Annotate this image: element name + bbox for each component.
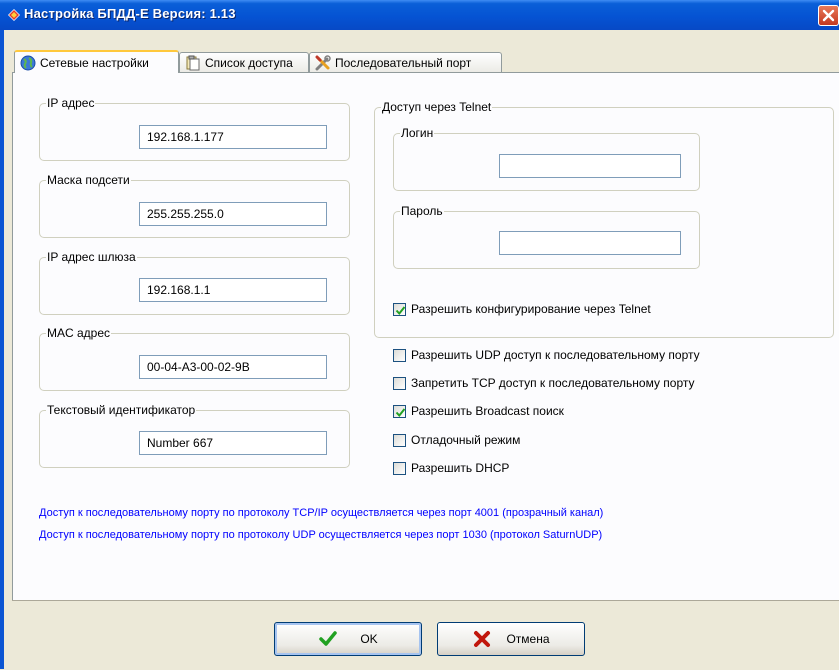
login-label: Логин — [400, 126, 435, 140]
tab-access-list[interactable]: Список доступа — [179, 52, 309, 72]
checkbox-label: Разрешить Broadcast поиск — [411, 404, 564, 418]
tab-strip: Сетевые настройки Список доступа Последо… — [12, 50, 839, 73]
broadcast-search-checkbox[interactable]: Разрешить Broadcast поиск — [393, 404, 564, 418]
title-bar[interactable]: Настройка БПДД-Е Версия: 1.13 — [0, 0, 839, 30]
password-input[interactable] — [499, 231, 681, 255]
checkbox-box[interactable] — [393, 461, 406, 475]
checkbox-box[interactable] — [393, 433, 406, 447]
ok-button[interactable]: OK — [274, 622, 422, 656]
mac-address-label: MAC адрес — [46, 326, 112, 340]
gateway-input[interactable]: 192.168.1.1 — [139, 278, 327, 302]
dhcp-checkbox[interactable]: Разрешить DHCP — [393, 461, 509, 475]
gateway-label: IP адрес шлюза — [46, 250, 137, 264]
checkbox-label: Запретить TCP доступ к последовательному… — [411, 376, 695, 390]
mac-address-input[interactable]: 00-04-A3-00-02-9B — [139, 355, 327, 379]
checkbox-label: Отладочный режим — [411, 433, 521, 447]
subnet-mask-input[interactable]: 255.255.255.0 — [139, 202, 327, 226]
tools-icon — [315, 54, 331, 70]
telnet-config-checkbox[interactable]: Разрешить конфигурирование через Telnet — [393, 302, 651, 316]
check-mark-icon — [395, 305, 406, 315]
subnet-mask-label: Маска подсети — [46, 173, 131, 187]
tab-network-settings[interactable]: Сетевые настройки — [14, 50, 179, 73]
tcp-info-note: Доступ к последовательному порту по прот… — [39, 507, 604, 519]
ip-address-input[interactable]: 192.168.1.177 — [139, 125, 327, 149]
tab-label: Последовательный порт — [335, 55, 472, 70]
cancel-label: Отмена — [506, 632, 550, 646]
check-mark-icon — [319, 631, 338, 646]
check-mark-icon — [395, 407, 406, 417]
checkbox-label: Разрешить конфигурирование через Telnet — [411, 302, 651, 316]
button-bar — [12, 600, 839, 670]
checkbox-label: Разрешить DHCP — [411, 461, 510, 475]
checkbox-box[interactable] — [393, 404, 406, 418]
udp-info-note: Доступ к последовательному порту по прот… — [39, 529, 603, 541]
ip-address-label: IP адрес — [46, 96, 96, 110]
tab-label: Сетевые настройки — [40, 55, 149, 70]
ok-label: OK — [360, 632, 378, 646]
tab-label: Список доступа — [205, 55, 293, 70]
checkbox-label: Разрешить UDP доступ к последовательному… — [411, 348, 700, 362]
checkbox-box[interactable] — [393, 376, 406, 390]
app-icon — [8, 9, 20, 21]
tcp-deny-checkbox[interactable]: Запретить TCP доступ к последовательному… — [393, 376, 695, 390]
tab-panel-network: IP адрес 192.168.1.177 Маска подсети 255… — [12, 72, 839, 600]
text-id-input[interactable]: Number 667 — [139, 431, 327, 455]
close-icon — [822, 9, 835, 22]
network-globe-icon — [20, 55, 36, 70]
clipboard-icon — [186, 55, 200, 70]
udp-access-checkbox[interactable]: Разрешить UDP доступ к последовательному… — [393, 348, 700, 362]
checkbox-box[interactable] — [393, 348, 406, 362]
cancel-x-icon — [474, 631, 491, 647]
tab-serial-port[interactable]: Последовательный порт — [309, 52, 502, 72]
login-input[interactable] — [499, 154, 681, 178]
window-frame-left — [0, 30, 4, 669]
telnet-group-label: Доступ через Telnet — [381, 100, 493, 114]
password-label: Пароль — [400, 204, 444, 218]
close-button[interactable] — [818, 5, 839, 26]
debug-mode-checkbox[interactable]: Отладочный режим — [393, 433, 520, 447]
text-id-label: Текстовый идентификатор — [46, 403, 197, 417]
checkbox-box[interactable] — [393, 302, 406, 316]
cancel-button[interactable]: Отмена — [437, 622, 585, 656]
window-title: Настройка БПДД-Е Версия: 1.13 — [24, 6, 236, 21]
